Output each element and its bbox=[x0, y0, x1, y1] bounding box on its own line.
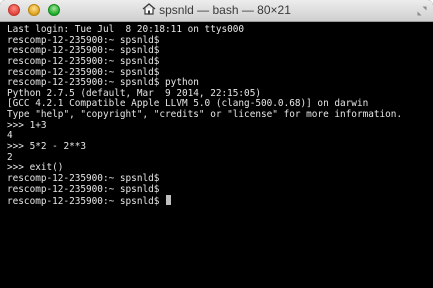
terminal-line: >>> 5*2 - 2**3 bbox=[7, 141, 87, 153]
fullscreen-arrows-icon[interactable] bbox=[417, 6, 427, 16]
title-bar[interactable]: spsnld — bash — 80×21 bbox=[0, 0, 433, 22]
terminal-line: >>> 1+3 bbox=[7, 119, 47, 131]
home-folder-icon bbox=[142, 3, 156, 15]
terminal-window: spsnld — bash — 80×21 Last login: Tue Ju… bbox=[0, 0, 433, 288]
terminal-prompt-line[interactable]: rescomp-12-235900:~ spsnld$ bbox=[7, 195, 433, 208]
terminal-prompt: rescomp-12-235900:~ spsnld$ bbox=[7, 196, 166, 208]
terminal-line: 2 bbox=[7, 151, 13, 163]
terminal-line: Type "help", "copyright", "credits" or "… bbox=[7, 109, 403, 121]
terminal-line: rescomp-12-235900:~ spsnld$ bbox=[7, 183, 160, 195]
window-title-text: spsnld — bash — 80×21 bbox=[159, 3, 291, 17]
terminal-line: rescomp-12-235900:~ spsnld$ bbox=[7, 55, 160, 67]
text-cursor bbox=[166, 195, 172, 206]
terminal-output[interactable]: Last login: Tue Jul 8 20:18:11 on ttys00… bbox=[0, 22, 433, 288]
window-title: spsnld — bash — 80×21 bbox=[0, 3, 433, 17]
terminal-line: rescomp-12-235900:~ spsnld$ bbox=[7, 172, 160, 184]
